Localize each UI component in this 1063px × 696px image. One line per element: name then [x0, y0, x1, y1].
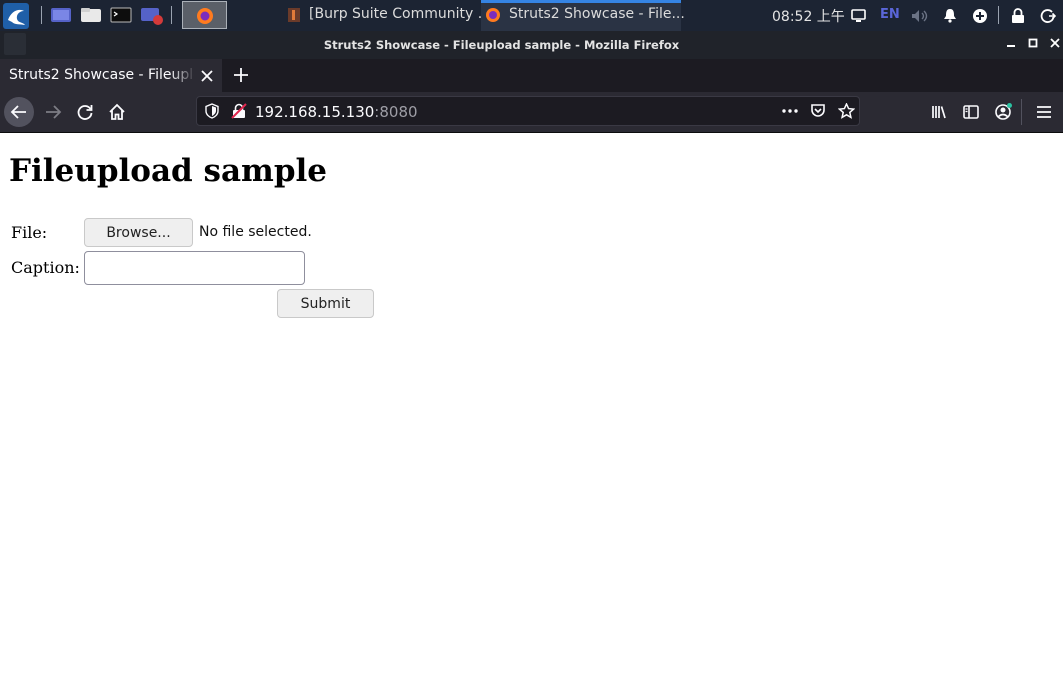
url-host: 192.168.15.130	[255, 103, 375, 121]
url-text[interactable]: 192.168.15.130:8080	[255, 103, 418, 121]
tab-title-fade	[170, 63, 196, 89]
reload-icon[interactable]	[70, 97, 100, 127]
sidebar-icon[interactable]	[956, 97, 986, 127]
burp-suite-icon	[288, 8, 300, 22]
screen-recorder-launcher-icon[interactable]	[140, 6, 163, 25]
update-icon[interactable]	[972, 8, 988, 28]
kali-menu-icon[interactable]	[3, 3, 29, 29]
volume-icon[interactable]	[911, 8, 929, 27]
file-manager-launcher-icon[interactable]	[80, 6, 101, 24]
window-titlebar: Struts2 Showcase - Fileupload sample - M…	[0, 31, 1063, 59]
maximize-window-icon[interactable]	[1026, 37, 1040, 51]
tab-strip: Struts2 Showcase - Fileupload sample	[0, 59, 1063, 92]
file-label: File:	[11, 223, 48, 242]
insecure-lock-icon[interactable]	[231, 103, 247, 123]
clock[interactable]: 08:52 上午	[772, 6, 845, 26]
pocket-icon[interactable]	[810, 103, 826, 123]
home-icon[interactable]	[102, 97, 132, 127]
browse-button[interactable]: Browse...	[84, 218, 193, 247]
library-icon[interactable]	[924, 97, 954, 127]
tab-struts2-showcase[interactable]: Struts2 Showcase - Fileupload sample	[0, 59, 222, 92]
taskbar-separator	[41, 6, 42, 24]
input-method-indicator[interactable]: EN	[880, 7, 900, 22]
more-icon[interactable]	[781, 103, 799, 123]
submit-button[interactable]: Submit	[277, 289, 374, 318]
taskbar-separator	[171, 6, 172, 24]
display-icon[interactable]	[851, 8, 866, 27]
tab-title: Struts2 Showcase - Fileupload sample	[9, 67, 194, 83]
toolbar-separator	[1021, 99, 1022, 125]
minimize-window-icon[interactable]	[1004, 37, 1018, 51]
caption-input[interactable]	[84, 251, 305, 285]
caption-label: Caption:	[11, 258, 80, 277]
task-burp-suite[interactable]: [Burp Suite Community ...	[277, 0, 491, 31]
firefox-taskbar-button[interactable]	[182, 1, 227, 29]
taskbar: [Burp Suite Community ... Struts2 Showca…	[0, 0, 1063, 31]
file-status-text: No file selected.	[199, 224, 312, 240]
firefox-icon	[486, 8, 500, 22]
account-icon[interactable]	[988, 97, 1018, 127]
close-window-icon[interactable]	[1048, 37, 1062, 51]
terminal-launcher-icon[interactable]	[110, 6, 132, 24]
shield-icon[interactable]	[204, 103, 220, 123]
task-firefox[interactable]: Struts2 Showcase - File...	[481, 0, 685, 31]
tab-close-icon[interactable]	[200, 67, 214, 83]
url-bar[interactable]: 192.168.15.130:8080	[196, 96, 860, 126]
taskbar-separator	[998, 6, 999, 24]
new-tab-icon[interactable]	[230, 63, 252, 87]
desktop-launcher-icon[interactable]	[50, 6, 71, 24]
hamburger-menu-icon[interactable]	[1029, 97, 1059, 127]
back-arrow-icon[interactable]	[4, 97, 34, 127]
forward-arrow-icon[interactable]	[38, 97, 68, 127]
task-label: [Burp Suite Community ...	[309, 6, 492, 22]
notification-bell-icon[interactable]	[943, 8, 957, 27]
bookmark-star-icon[interactable]	[837, 102, 856, 123]
logout-icon[interactable]	[1040, 8, 1057, 28]
lock-screen-icon[interactable]	[1011, 8, 1025, 28]
navigation-toolbar: 192.168.15.130:8080	[0, 92, 1063, 133]
firefox-icon	[197, 8, 213, 24]
task-label: Struts2 Showcase - File...	[509, 6, 685, 22]
page-content: Fileupload sample File: Browse... No fil…	[0, 133, 1063, 696]
url-port: :8080	[374, 103, 418, 121]
page-title: Fileupload sample	[9, 153, 328, 189]
window-title: Struts2 Showcase - Fileupload sample - M…	[323, 38, 680, 52]
